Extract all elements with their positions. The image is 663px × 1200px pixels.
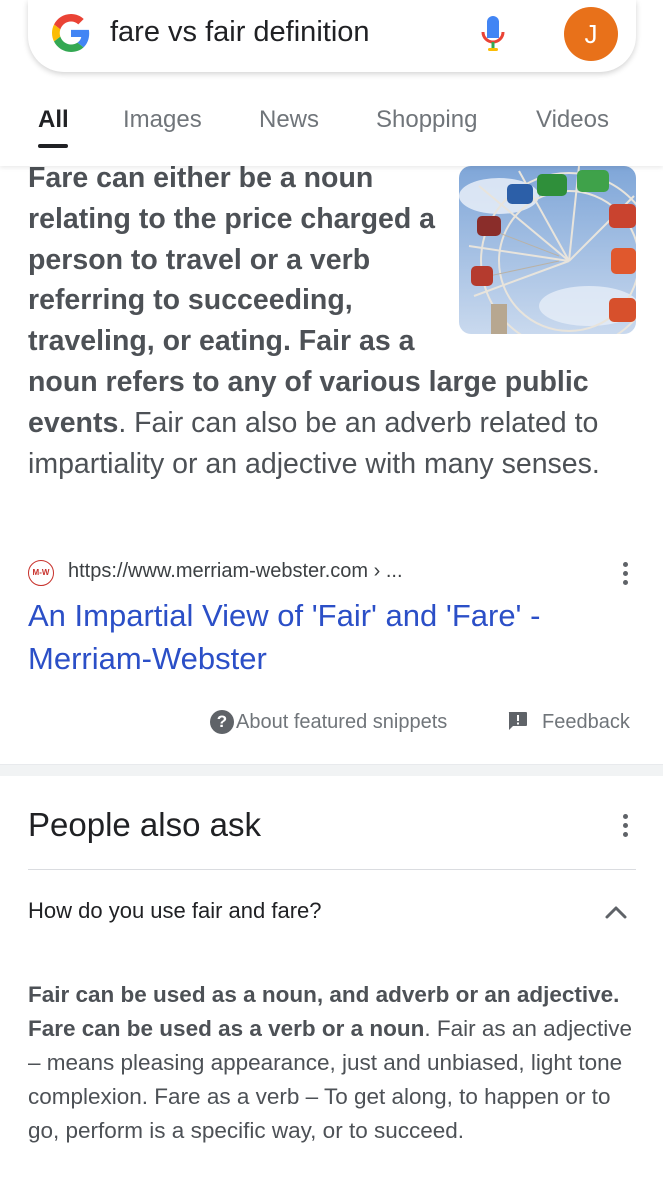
tab-news[interactable]: News bbox=[259, 106, 319, 134]
active-tab-indicator bbox=[38, 144, 68, 148]
ferris-wheel-icon bbox=[459, 166, 636, 334]
paa-divider bbox=[28, 869, 636, 870]
snippet-meta-row: ? About featured snippets Feedback bbox=[0, 708, 663, 738]
search-input[interactable]: fare vs fair definition bbox=[110, 16, 370, 49]
paa-question[interactable]: How do you use fair and fare? bbox=[28, 898, 322, 924]
snippet-image[interactable] bbox=[459, 166, 636, 334]
google-logo-icon bbox=[52, 14, 90, 52]
chevron-up-icon[interactable] bbox=[604, 900, 628, 924]
feedback-link[interactable]: Feedback bbox=[542, 711, 630, 734]
result-source[interactable]: M-W https://www.merriam-webster.com › ..… bbox=[28, 558, 638, 588]
more-options-icon[interactable] bbox=[622, 562, 628, 586]
header: fare vs fair definition J All Images New… bbox=[0, 0, 663, 166]
section-divider bbox=[0, 764, 663, 776]
tab-videos[interactable]: Videos bbox=[536, 106, 609, 134]
about-featured-snippets-link[interactable]: About featured snippets bbox=[236, 711, 447, 734]
account-avatar[interactable]: J bbox=[564, 7, 618, 61]
tab-images[interactable]: Images bbox=[123, 106, 202, 134]
result-title-link[interactable]: An Impartial View of 'Fair' and 'Fare' -… bbox=[28, 594, 628, 680]
tab-all[interactable]: All bbox=[38, 106, 69, 134]
result-url[interactable]: https://www.merriam-webster.com › ... bbox=[68, 560, 403, 583]
merriam-webster-favicon-icon: M-W bbox=[28, 560, 54, 586]
people-also-ask-heading: People also ask bbox=[28, 806, 261, 843]
help-icon: ? bbox=[210, 710, 234, 734]
search-bar[interactable]: fare vs fair definition J bbox=[28, 0, 636, 72]
search-tabs: All Images News Shopping Videos bbox=[0, 106, 663, 150]
tab-shopping[interactable]: Shopping bbox=[376, 106, 477, 134]
microphone-icon[interactable] bbox=[480, 14, 506, 54]
paa-answer: Fair can be used as a noun, and adverb o… bbox=[28, 978, 636, 1148]
paa-more-options-icon[interactable] bbox=[622, 814, 628, 838]
feedback-icon bbox=[508, 712, 527, 730]
